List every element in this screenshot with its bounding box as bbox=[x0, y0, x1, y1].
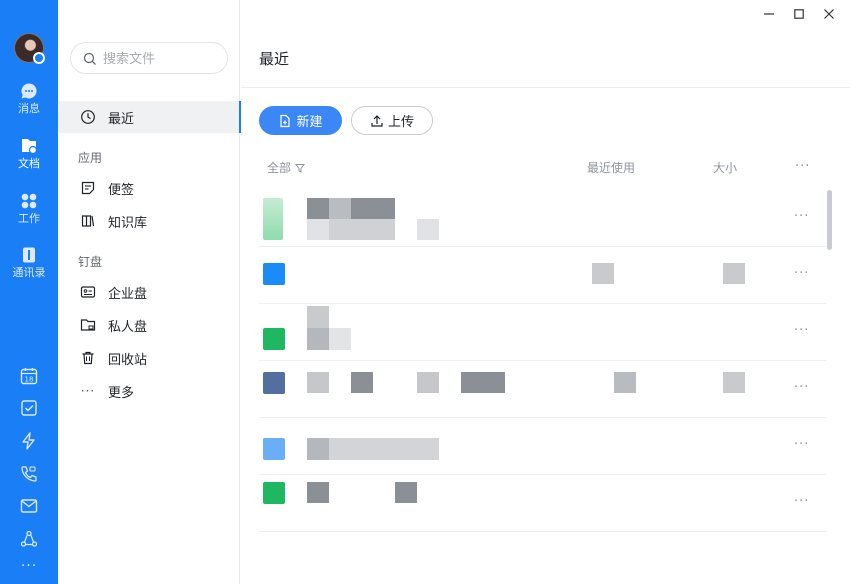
window-controls bbox=[754, 4, 844, 24]
table-row[interactable]: ··· bbox=[259, 475, 826, 532]
filter-icon bbox=[295, 163, 306, 173]
app-window: 消息 文档 工作 通讯录 18 ··· 搜索文件 最近 应用 便签 知识库 钉盘… bbox=[0, 0, 850, 584]
row-more-button[interactable]: ··· bbox=[794, 437, 809, 452]
nav-label-enterprise: 企业盘 bbox=[108, 286, 148, 302]
enterprise-drive-icon bbox=[80, 286, 96, 298]
column-recent-used[interactable]: 最近使用 bbox=[587, 159, 635, 176]
file-icon bbox=[263, 372, 285, 394]
row-more-button[interactable]: ··· bbox=[794, 266, 809, 281]
upload-button[interactable]: 上传 bbox=[351, 106, 433, 135]
nav-item-trash[interactable]: 回收站 bbox=[58, 342, 240, 374]
nav-item-knowledge[interactable]: 知识库 bbox=[58, 205, 240, 237]
table-row[interactable]: ··· bbox=[259, 304, 826, 361]
nav-item-enterprise[interactable]: 企业盘 bbox=[58, 276, 240, 308]
file-icon bbox=[263, 263, 285, 285]
todo-check-icon[interactable] bbox=[19, 398, 39, 418]
rail-item-messages[interactable]: 消息 bbox=[0, 82, 58, 126]
row-more-button[interactable]: ··· bbox=[794, 494, 809, 509]
header-more-button[interactable]: ··· bbox=[795, 159, 810, 174]
phone-video-icon[interactable] bbox=[19, 464, 39, 484]
left-rail: 消息 文档 工作 通讯录 18 ··· bbox=[0, 0, 58, 584]
row-more-button[interactable]: ··· bbox=[794, 209, 809, 224]
nav-label-notes: 便签 bbox=[108, 182, 135, 198]
note-icon bbox=[81, 181, 95, 195]
more-dots-icon: ··· bbox=[80, 384, 96, 398]
rail-label-contacts: 通讯录 bbox=[12, 266, 46, 279]
mail-icon[interactable] bbox=[19, 496, 39, 516]
avatar[interactable] bbox=[14, 33, 45, 64]
section-apps: 应用 bbox=[78, 151, 103, 165]
table-row[interactable]: ··· bbox=[259, 247, 826, 304]
clock-icon bbox=[81, 110, 95, 124]
row-more-button[interactable]: ··· bbox=[794, 380, 809, 395]
search-box[interactable] bbox=[70, 42, 228, 74]
rail-item-contacts[interactable]: 通讯录 bbox=[0, 246, 58, 290]
apps-grid-icon bbox=[21, 193, 37, 209]
nav-label-knowledge: 知识库 bbox=[108, 215, 148, 231]
minimize-button[interactable] bbox=[754, 4, 784, 24]
contacts-icon bbox=[23, 247, 35, 263]
rail-label-messages: 消息 bbox=[18, 102, 40, 115]
header-divider bbox=[241, 87, 850, 88]
rail-more-icon[interactable]: ··· bbox=[19, 558, 39, 578]
nav-label-personal: 私人盘 bbox=[108, 319, 148, 335]
section-drive: 钉盘 bbox=[78, 255, 103, 269]
file-icon bbox=[263, 482, 285, 504]
file-icon bbox=[263, 328, 285, 350]
close-button[interactable] bbox=[814, 4, 844, 24]
nav-item-more[interactable]: ··· 更多 bbox=[58, 375, 240, 407]
table-row[interactable]: ··· bbox=[259, 361, 826, 418]
new-button-label: 新建 bbox=[296, 115, 323, 130]
folder-lock-icon bbox=[80, 319, 96, 331]
page-title: 最近 bbox=[259, 50, 290, 68]
share-network-icon[interactable] bbox=[19, 529, 39, 549]
docs-icon bbox=[22, 139, 38, 155]
table-row[interactable]: ··· bbox=[259, 190, 826, 247]
filter-all[interactable]: 全部 bbox=[267, 159, 306, 176]
lightning-icon[interactable] bbox=[19, 431, 39, 451]
nav-label-recent: 最近 bbox=[108, 111, 135, 127]
rail-item-work[interactable]: 工作 bbox=[0, 192, 58, 236]
column-all-label: 全部 bbox=[267, 161, 292, 175]
calendar-day: 18 bbox=[25, 376, 34, 384]
table-row[interactable]: ··· bbox=[259, 418, 826, 475]
search-icon bbox=[83, 52, 96, 65]
upload-button-label: 上传 bbox=[387, 115, 414, 130]
main-area: 最近 新建 上传 全部 最近使用 大小 ··· ··· ··· ··· ··· … bbox=[241, 0, 850, 584]
new-file-icon bbox=[280, 114, 291, 127]
rail-label-docs: 文档 bbox=[18, 157, 40, 170]
row-more-button[interactable]: ··· bbox=[794, 323, 809, 338]
calendar-icon[interactable]: 18 bbox=[19, 366, 39, 386]
trash-icon bbox=[82, 351, 94, 365]
nav-label-more: 更多 bbox=[108, 385, 135, 401]
search-input[interactable] bbox=[103, 49, 223, 67]
file-icon bbox=[263, 198, 283, 240]
message-icon bbox=[21, 83, 37, 99]
rail-label-work: 工作 bbox=[18, 212, 40, 225]
book-icon bbox=[81, 215, 95, 227]
avatar-badge bbox=[33, 52, 45, 64]
side-panel: 最近 应用 便签 知识库 钉盘 企业盘 私人盘 回收站 ··· 更多 bbox=[58, 0, 241, 584]
nav-item-notes[interactable]: 便签 bbox=[58, 172, 240, 204]
file-icon bbox=[263, 438, 285, 460]
scrollbar-thumb[interactable] bbox=[827, 190, 832, 250]
maximize-button[interactable] bbox=[784, 4, 814, 24]
upload-icon bbox=[371, 114, 383, 127]
rail-item-docs[interactable]: 文档 bbox=[0, 137, 58, 181]
new-button[interactable]: 新建 bbox=[259, 106, 342, 135]
nav-item-recent[interactable]: 最近 bbox=[58, 101, 241, 133]
nav-item-personal[interactable]: 私人盘 bbox=[58, 309, 240, 341]
nav-label-trash: 回收站 bbox=[108, 352, 148, 368]
column-size[interactable]: 大小 bbox=[713, 159, 737, 176]
